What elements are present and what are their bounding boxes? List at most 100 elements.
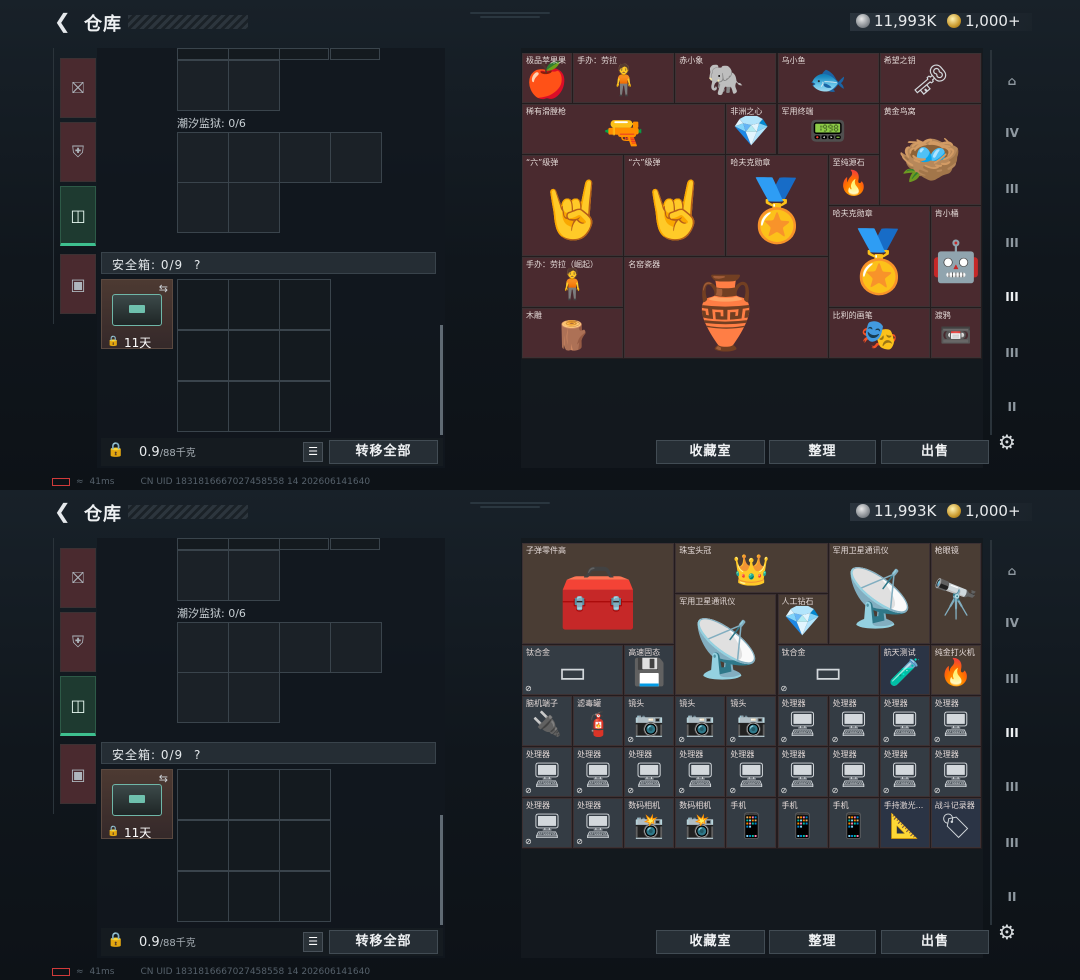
- item-military-terminal[interactable]: 📟 军用终端: [777, 104, 879, 154]
- warehouse-page-tab[interactable]: III: [998, 722, 1026, 744]
- collection-room-button[interactable]: 收藏室: [656, 930, 765, 954]
- storage-cell[interactable]: [228, 60, 280, 111]
- safe-box-item[interactable]: ⇆ 🔒 11天: [101, 769, 173, 840]
- warehouse-page-tab[interactable]: III: [998, 178, 1026, 200]
- item-recorder[interactable]: 🏷 战斗记录器: [930, 798, 981, 848]
- collection-room-button[interactable]: 收藏室: [656, 440, 765, 464]
- item-musket[interactable]: 🔫 稀有滑膛枪: [522, 104, 726, 154]
- item-cpu[interactable]: 🖥 处理器 ⊘: [828, 747, 879, 797]
- settings-gear-icon[interactable]: ⚙: [998, 430, 1016, 454]
- storage-cell[interactable]: [330, 538, 380, 550]
- prison-cell[interactable]: [177, 182, 229, 233]
- safe-cell[interactable]: [228, 330, 280, 381]
- scrollbar[interactable]: [440, 815, 443, 925]
- warehouse-page-home-icon[interactable]: ⌂: [998, 560, 1026, 582]
- backpack-category-icon[interactable]: ◫: [60, 186, 96, 246]
- prison-cell[interactable]: [177, 672, 229, 723]
- item-cpu[interactable]: 🖥 处理器 ⊘: [522, 747, 573, 797]
- item-red-elephant[interactable]: 🐘 赤小象: [675, 53, 777, 103]
- item-ken-bucket[interactable]: 🤖 肯小桶: [930, 206, 981, 307]
- back-arrow-icon[interactable]: ❮: [54, 500, 74, 522]
- item-ti-2[interactable]: ▭ 钛合金 ⊘: [777, 645, 879, 695]
- toolbox-category-icon[interactable]: ▣: [60, 744, 96, 804]
- safe-cell[interactable]: [279, 330, 331, 381]
- item-sat-2[interactable]: 📡 军用卫星通讯仪: [675, 594, 777, 695]
- prison-cell[interactable]: [177, 132, 229, 183]
- item-black-fish[interactable]: 🐟 乌小鱼: [777, 53, 879, 103]
- item-ssd[interactable]: 💾 高速固态: [624, 645, 675, 695]
- item-porcelain[interactable]: 🏺 名窑瓷器: [624, 257, 828, 358]
- warehouse-page-tab[interactable]: III: [998, 232, 1026, 254]
- prison-cell[interactable]: [330, 622, 382, 673]
- item-cpu[interactable]: 🖥 处理器 ⊘: [726, 747, 777, 797]
- sort-button[interactable]: 整理: [769, 440, 876, 464]
- item-phone[interactable]: 📱 手机: [726, 798, 777, 848]
- storage-cell[interactable]: [279, 538, 329, 550]
- gold-currency[interactable]: 1,000+: [947, 502, 1021, 520]
- warehouse-page-tab[interactable]: III: [998, 832, 1026, 854]
- item-sat-1[interactable]: 📡 军用卫星通讯仪: [828, 543, 930, 644]
- armor-category-icon[interactable]: ⛨: [60, 612, 96, 672]
- transfer-all-button[interactable]: 转移全部: [329, 440, 438, 464]
- back-arrow-icon[interactable]: ❮: [54, 10, 74, 32]
- item-lens-2[interactable]: 📷 镜头 ⊘: [675, 696, 726, 746]
- item-heart-of-africa[interactable]: 💎 非洲之心: [726, 104, 777, 154]
- safe-cell[interactable]: [228, 871, 280, 922]
- storage-cell[interactable]: [228, 48, 280, 60]
- item-ammo-parts[interactable]: 🧰 子弹零件高: [522, 543, 675, 644]
- warehouse-page-tab[interactable]: III: [998, 286, 1026, 308]
- swap-icon[interactable]: ⇆: [159, 772, 168, 785]
- toolbox-category-icon[interactable]: ▣: [60, 254, 96, 314]
- warehouse-page-tab[interactable]: II: [998, 396, 1026, 418]
- item-apple[interactable]: 🍎 极品苹果果: [522, 53, 573, 103]
- sell-button[interactable]: 出售: [881, 930, 989, 954]
- storage-cell[interactable]: [228, 538, 280, 550]
- storage-cell[interactable]: [279, 48, 329, 60]
- prison-cell[interactable]: [279, 132, 331, 183]
- weapon-category-icon[interactable]: ⛝: [60, 58, 96, 118]
- scrollbar[interactable]: [440, 325, 443, 435]
- swap-icon[interactable]: ⇆: [159, 282, 168, 295]
- item-ti-1[interactable]: ▭ 钛合金 ⊘: [522, 645, 624, 695]
- item-raven[interactable]: 📼 渡鸦: [930, 308, 981, 358]
- safe-cell[interactable]: [279, 279, 331, 330]
- list-view-icon[interactable]: ☰: [303, 442, 323, 462]
- lock-icon[interactable]: 🔒: [107, 442, 124, 458]
- prison-cell[interactable]: [228, 622, 280, 673]
- item-haavk-medal-1[interactable]: 🏅 哈夫克勋章: [726, 155, 828, 256]
- prison-cell[interactable]: [228, 132, 280, 183]
- safe-cell[interactable]: [177, 330, 229, 381]
- safe-cell[interactable]: [279, 820, 331, 871]
- item-laser[interactable]: 📐 手持激光...: [879, 798, 930, 848]
- prison-cell[interactable]: [330, 132, 382, 183]
- prison-cell[interactable]: [279, 622, 331, 673]
- safe-cell[interactable]: [228, 381, 280, 432]
- item-cpu[interactable]: 🖥 处理器 ⊘: [930, 696, 981, 746]
- item-figure-lara-rise[interactable]: 🧍 手办：劳拉（崛起）: [522, 257, 624, 307]
- item-key-of-hope[interactable]: 🗝 希望之钥: [879, 53, 981, 103]
- item-cpu[interactable]: 🖥 处理器 ⊘: [675, 747, 726, 797]
- safe-cell[interactable]: [228, 769, 280, 820]
- storage-cell[interactable]: [177, 48, 229, 60]
- gold-currency[interactable]: 1,000+: [947, 12, 1021, 30]
- item-cpu[interactable]: 🖥 处理器 ⊘: [777, 696, 828, 746]
- warehouse-page-tab[interactable]: III: [998, 342, 1026, 364]
- safe-cell[interactable]: [177, 769, 229, 820]
- warehouse-page-tab[interactable]: III: [998, 776, 1026, 798]
- item-camera[interactable]: 📸 数码相机: [675, 798, 726, 848]
- storage-cell[interactable]: [330, 48, 380, 60]
- warehouse-page-tab[interactable]: II: [998, 886, 1026, 908]
- armor-category-icon[interactable]: ⛨: [60, 122, 96, 182]
- item-pure-stone[interactable]: 🔥 至纯源石: [828, 155, 879, 205]
- item-camera[interactable]: 📸 数码相机: [624, 798, 675, 848]
- warehouse-page-tab[interactable]: III: [998, 668, 1026, 690]
- item-six-ammo-2[interactable]: 🤘 “六”级弹: [624, 155, 726, 256]
- item-phone[interactable]: 📱 手机: [777, 798, 828, 848]
- storage-cell[interactable]: [177, 538, 229, 550]
- item-figure-lara[interactable]: 🧍 手办：劳拉: [573, 53, 675, 103]
- item-cpu[interactable]: 🖥 处理器 ⊘: [573, 747, 624, 797]
- item-golden-nest[interactable]: 🪺 黄金鸟窝: [879, 104, 981, 205]
- transfer-all-button[interactable]: 转移全部: [329, 930, 438, 954]
- prison-cell[interactable]: [228, 672, 280, 723]
- safe-cell[interactable]: [177, 820, 229, 871]
